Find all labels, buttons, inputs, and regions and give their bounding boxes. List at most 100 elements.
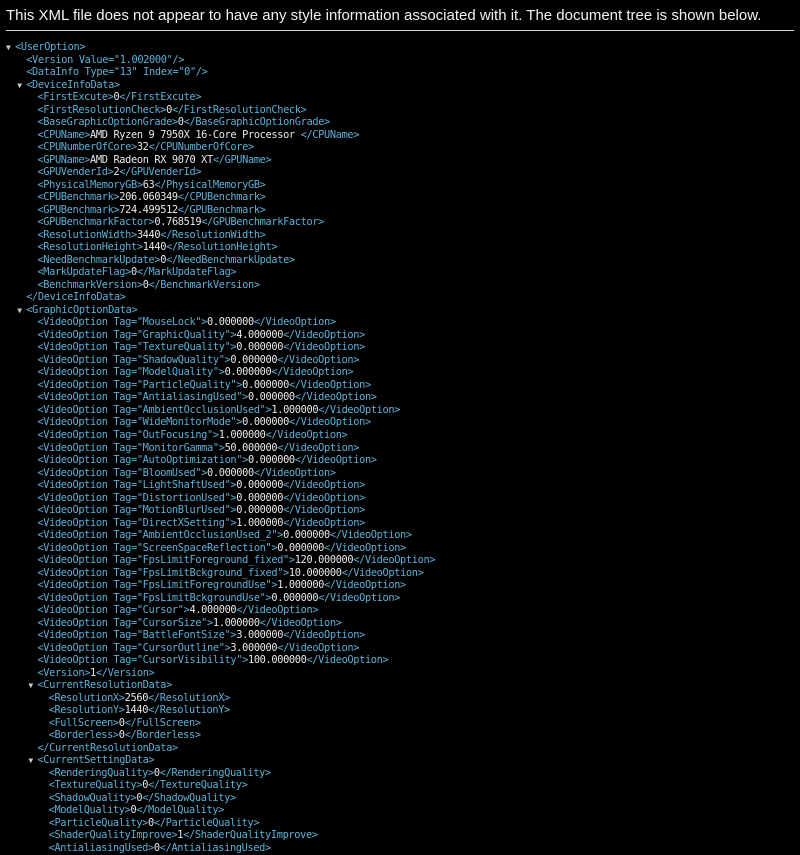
xml-open-tag: <VideoOption Tag="Cursor">: [37, 604, 190, 617]
collapse-triangle-icon[interactable]: ▼: [6, 42, 15, 54]
xml-open-tag: <FirstResolutionCheck>: [37, 103, 167, 116]
xml-open-tag: <VideoOption Tag="FpsLimitBckground_fixe…: [37, 566, 289, 579]
xml-tree-line: <VideoOption Tag="FpsLimitBckgroundUse">…: [0, 592, 800, 605]
xml-text-value: 0.000000: [283, 529, 330, 542]
xml-open-tag: <Borderless>: [48, 729, 120, 742]
xml-close-tag: </ResolutionY>: [148, 704, 230, 717]
xml-text-value: 0.000000: [247, 391, 295, 404]
xml-open-tag: <VideoOption Tag="ShadowQuality">: [37, 353, 231, 366]
xml-text-value: 0.000000: [236, 504, 284, 517]
xml-close-tag: </VideoOption>: [324, 541, 406, 554]
xml-open-tag: <TextureQuality>: [48, 779, 143, 792]
xml-close-tag: </VideoOption>: [318, 591, 401, 604]
xml-close-tag: </PhysicalMemoryGB>: [154, 178, 266, 191]
xml-text-value: 4.000000: [236, 328, 284, 341]
xml-open-tag: <FirstExcute>: [37, 91, 114, 104]
xml-text-value: 4.000000: [189, 604, 237, 617]
xml-close-tag: </MarkUpdateFlag>: [136, 266, 237, 279]
xml-tree-line: <VideoOption Tag="Cursor">4.000000</Vide…: [0, 604, 800, 617]
xml-open-tag: <VideoOption Tag="GraphicQuality">: [37, 328, 237, 341]
xml-open-tag: <GPUBenchmarkFactor>: [37, 216, 155, 229]
xml-open-tag: <CurrentResolutionData>: [37, 679, 172, 692]
xml-close-tag: </VideoOption>: [329, 529, 412, 542]
xml-text-value: 0.000000: [242, 416, 289, 429]
xml-text-value: 1.000000: [218, 428, 266, 441]
xml-tree-line: <DataInfo Type="13" Index="0"/>: [0, 66, 800, 79]
xml-open-tag: <GraphicOptionData>: [26, 303, 138, 316]
xml-tree-line: <VideoOption Tag="ModelQuality">0.000000…: [0, 366, 800, 379]
xml-text-value: 0.000000: [207, 316, 254, 329]
xml-close-tag: </AntialiasingUsed>: [159, 842, 271, 854]
xml-tree-line: <GPUBenchmarkFactor>0.768519</GPUBenchma…: [0, 216, 800, 229]
xml-close-tag: </VideoOption>: [277, 641, 360, 654]
xml-text-value: 0.768519: [154, 216, 202, 229]
xml-close-tag: </FullScreen>: [124, 716, 201, 729]
xml-open-tag: <VideoOption Tag="MotionBlurUsed">: [37, 504, 237, 517]
xml-close-tag: </GPUBenchmarkFactor>: [201, 216, 325, 229]
xml-text-value: 0.000000: [236, 341, 284, 354]
xml-close-tag: </CPUNumberOfCore>: [148, 141, 255, 154]
xml-tree-line: <VideoOption Tag="FpsLimitForegroundUse"…: [0, 579, 800, 592]
xml-open-tag: <ResolutionX>: [48, 691, 125, 704]
xml-tree-line: <ResolutionWidth>3440</ResolutionWidth>: [0, 229, 800, 242]
xml-text-value: 0.000000: [236, 479, 284, 492]
xml-text-value: 32: [136, 141, 149, 154]
xml-close-tag: </ResolutionX>: [148, 691, 230, 704]
xml-tree-line: <NeedBenchmarkUpdate>0</NeedBenchmarkUpd…: [0, 254, 800, 267]
xml-close-tag: </ParticleQuality>: [153, 816, 260, 829]
xml-text-value: 1.000000: [277, 579, 325, 592]
xml-text-value: 0.000000: [271, 591, 319, 604]
xml-open-tag: <VideoOption Tag="FpsLimitForeground_fix…: [37, 554, 295, 567]
xml-open-tag: <ResolutionY>: [48, 704, 125, 717]
collapse-triangle-icon[interactable]: ▼: [17, 80, 26, 92]
xml-tree-line: <VideoOption Tag="LightShaftUsed">0.0000…: [0, 479, 800, 492]
xml-tree-line: <TextureQuality>0</TextureQuality>: [0, 779, 800, 792]
xml-close-tag: </ShadowQuality>: [142, 791, 236, 804]
xml-tree-line: <FullScreen>0</FullScreen>: [0, 717, 800, 730]
xml-close-tag: </RenderingQuality>: [159, 766, 271, 779]
xml-open-tag: <CPUName>: [37, 128, 91, 141]
xml-close-tag: </BaseGraphicOptionGrade>: [183, 116, 331, 129]
xml-close-tag: </VideoOption>: [283, 504, 365, 517]
collapse-triangle-icon[interactable]: ▼: [17, 305, 26, 317]
xml-text-value: 1.000000: [236, 516, 284, 529]
xml-open-tag: <VideoOption Tag="AutoOptimization">: [37, 454, 248, 467]
xml-open-tag: <ModelQuality>: [48, 804, 131, 817]
xml-tree-line: <VideoOption Tag="MonitorGamma">50.00000…: [0, 442, 800, 455]
xml-open-tag: <VideoOption Tag="DirectXSetting">: [37, 516, 237, 529]
xml-tree-line: <VideoOption Tag="FpsLimitForeground_fix…: [0, 554, 800, 567]
xml-open-tag: <AntialiasingUsed>: [48, 842, 155, 854]
xml-close-tag: </VideoOption>: [236, 604, 319, 617]
xml-close-tag: </VideoOption>: [341, 566, 424, 579]
xml-tree-line: ▼ <CurrentResolutionData>: [0, 679, 800, 692]
xml-tree-line: <ResolutionY>1440</ResolutionY>: [0, 704, 800, 717]
xml-tree-line: <VideoOption Tag="AntialiasingUsed">0.00…: [0, 391, 800, 404]
xml-close-tag: </ShaderQualityImprove>: [183, 829, 318, 842]
xml-text-value: 120.000000: [294, 554, 354, 567]
xml-close-tag: </VideoOption>: [324, 579, 406, 592]
xml-tree-line: <VideoOption Tag="GraphicQuality">4.0000…: [0, 329, 800, 342]
xml-tree-line: <ShaderQualityImprove>1</ShaderQualityIm…: [0, 829, 800, 842]
xml-open-tag: <VideoOption Tag="CursorSize">: [37, 616, 213, 629]
xml-open-tag: <NeedBenchmarkUpdate>: [37, 253, 161, 266]
xml-close-tag: </GPUName>: [212, 153, 272, 166]
xml-text-value: 206.060349: [119, 191, 178, 204]
xml-tree-line: <VideoOption Tag="ShadowQuality">0.00000…: [0, 354, 800, 367]
xml-tree-line: <Version>1</Version>: [0, 667, 800, 680]
xml-open-tag: <ShaderQualityImprove>: [48, 829, 178, 842]
xml-close-tag: </NeedBenchmarkUpdate>: [166, 253, 295, 266]
xml-close-tag: </VideoOption>: [283, 516, 365, 529]
xml-tree-line: <VideoOption Tag="ScreenSpaceReflection"…: [0, 542, 800, 555]
xml-tree-line: <VideoOption Tag="OutFocusing">1.000000<…: [0, 429, 800, 442]
xml-close-tag: </VideoOption>: [265, 428, 348, 441]
xml-text-value: 0.000000: [247, 454, 295, 467]
xml-close-tag: </VideoOption>: [283, 341, 365, 354]
xml-open-tag: <RenderingQuality>: [48, 766, 155, 779]
xml-tree-line: <RenderingQuality>0</RenderingQuality>: [0, 767, 800, 780]
xml-open-tag: <VideoOption Tag="CursorVisibility">: [37, 654, 248, 667]
xml-open-tag: <VideoOption Tag="MouseLock">: [37, 316, 208, 329]
xml-open-tag: <VideoOption Tag="CursorOutline">: [37, 641, 231, 654]
xml-open-tag: <PhysicalMemoryGB>: [37, 178, 143, 191]
xml-close-tag: </VideoOption>: [283, 328, 365, 341]
xml-close-tag: </FirstResolutionCheck>: [171, 103, 307, 116]
